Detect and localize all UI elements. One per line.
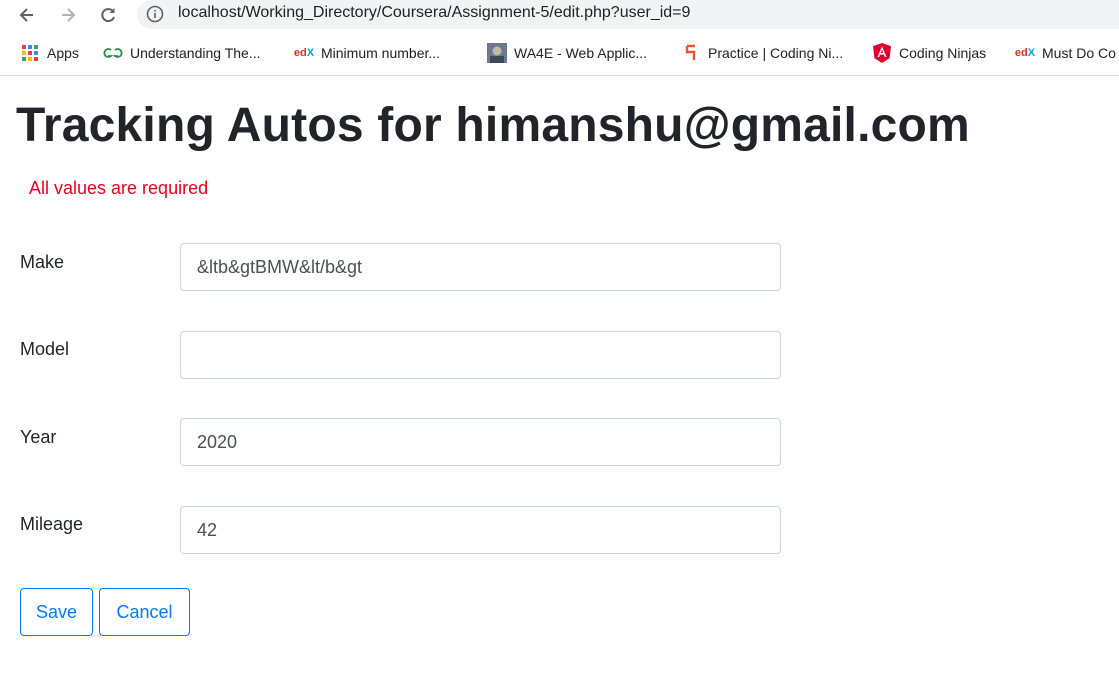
edx-icon: ed X: [1014, 47, 1036, 59]
model-input[interactable]: [180, 331, 781, 379]
bookmark-label: Coding Ninjas: [899, 45, 987, 61]
arrow-right-icon: [62, 8, 76, 22]
back-button[interactable]: [14, 2, 40, 28]
error-message: All values are required: [29, 178, 209, 198]
forward-button[interactable]: [55, 2, 81, 28]
bookmark-apps[interactable]: Apps: [20, 42, 79, 64]
bookmark-must-do[interactable]: ed X Must Do Co: [1015, 42, 1116, 64]
edx-icon: ed X: [293, 47, 315, 59]
reload-button[interactable]: [95, 2, 121, 28]
angular-icon: [872, 43, 892, 63]
bookmark-understanding[interactable]: Understanding The...: [103, 42, 261, 64]
address-url[interactable]: localhost/Working_Directory/Coursera/Ass…: [178, 4, 690, 22]
make-input[interactable]: [180, 243, 781, 291]
bookmark-coding-ninjas[interactable]: Coding Ninjas: [872, 42, 986, 64]
address-bar[interactable]: localhost/Working_Directory/Coursera/Ass…: [137, 0, 1119, 29]
bookmarks-bar: Apps Understanding The... ed X Minimum nu…: [0, 31, 1119, 76]
bookmark-label: Understanding The...: [130, 45, 261, 61]
page-title: Tracking Autos for himanshu@gmail.com: [16, 99, 970, 152]
year-input[interactable]: [180, 418, 781, 466]
bookmark-label: Apps: [47, 45, 79, 61]
coding-ninjas-icon: [681, 43, 701, 63]
wa4e-avatar-icon: [487, 43, 507, 63]
make-label: Make: [20, 252, 65, 272]
bookmark-wa4e[interactable]: WA4E - Web Applic...: [487, 42, 647, 64]
bookmark-label: Practice | Coding Ni...: [708, 45, 844, 61]
bookmark-practice-coding[interactable]: Practice | Coding Ni...: [681, 42, 843, 64]
model-label: Model: [20, 339, 70, 359]
geeksforgeeks-icon: [103, 43, 123, 63]
bookmark-label: Must Do Co: [1042, 45, 1116, 61]
bookmark-label: WA4E - Web Applic...: [514, 45, 648, 61]
year-label: Year: [20, 427, 57, 447]
browser-toolbar: localhost/Working_Directory/Coursera/Ass…: [0, 0, 1119, 31]
reload-icon: [101, 8, 115, 23]
info-icon[interactable]: [145, 4, 165, 24]
bookmark-label: Minimum number...: [321, 45, 441, 61]
arrow-left-icon: [19, 8, 33, 22]
save-button[interactable]: Save: [20, 588, 93, 636]
cancel-button[interactable]: Cancel: [99, 588, 190, 636]
apps-grid-icon: [20, 43, 40, 63]
mileage-label: Mileage: [20, 514, 84, 534]
mileage-input[interactable]: [180, 506, 781, 554]
bookmark-minimum-number[interactable]: ed X Minimum number...: [294, 42, 440, 64]
